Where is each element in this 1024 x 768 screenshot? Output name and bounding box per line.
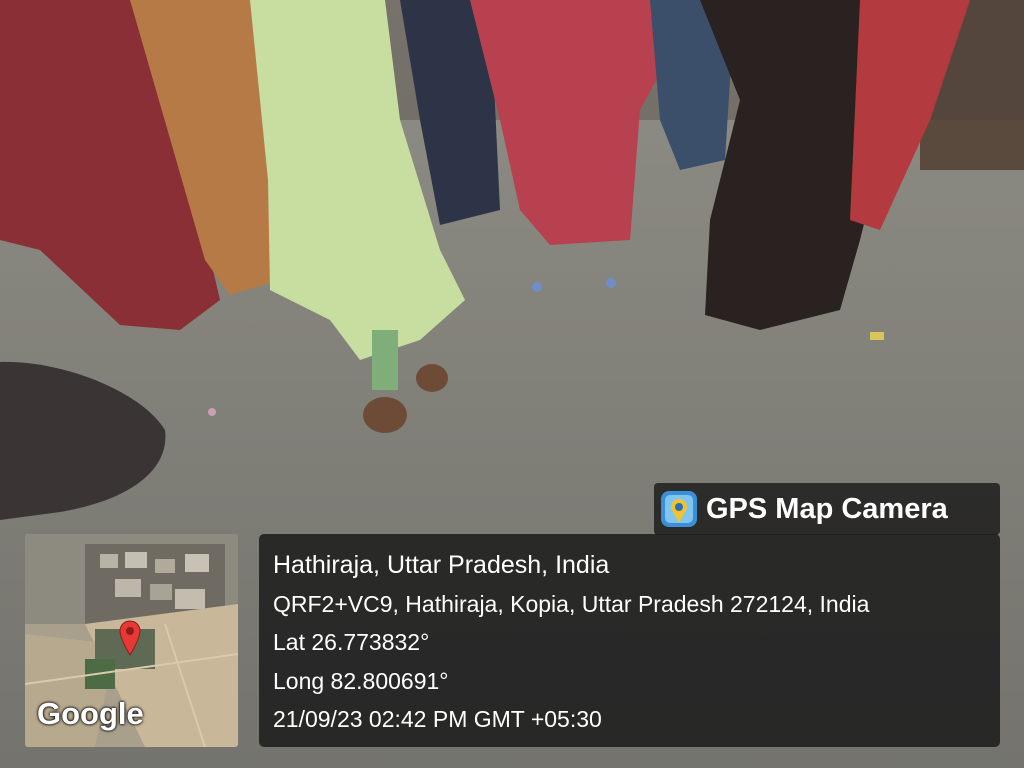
longitude: Long 82.800691°: [273, 667, 449, 694]
google-attribution: Google: [37, 696, 144, 731]
place-name: Hathiraja, Uttar Pradesh, India: [273, 551, 610, 579]
timestamp: 21/09/23 02:42 PM GMT +05:30: [273, 706, 602, 732]
app-badge: GPS Map Camera: [654, 483, 1000, 535]
latitude: Lat 26.773832°: [273, 629, 430, 655]
camera-pin-icon: [661, 491, 697, 527]
location-info-panel: Hathiraja, Uttar Pradesh, India QRF2+VC9…: [259, 534, 1000, 747]
address-line: QRF2+VC9, Hathiraja, Kopia, Uttar Prades…: [273, 590, 870, 617]
location-pin-icon: [119, 620, 141, 656]
app-name: GPS Map Camera: [706, 492, 948, 525]
map-thumbnail: Google: [25, 534, 238, 747]
